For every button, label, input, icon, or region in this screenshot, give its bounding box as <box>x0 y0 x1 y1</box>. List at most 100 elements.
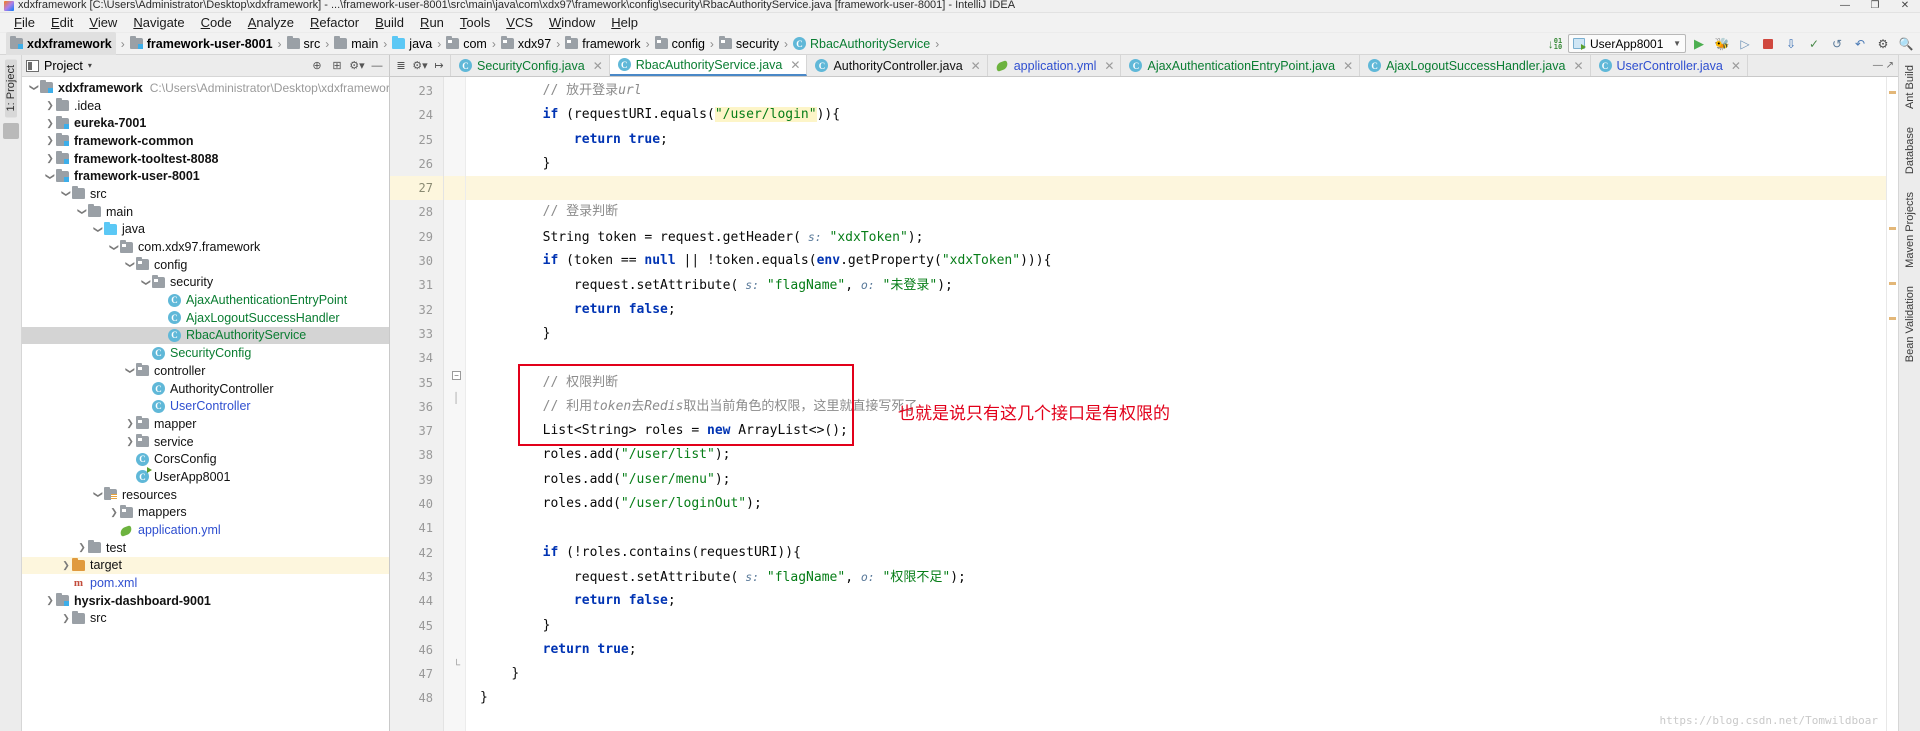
close-button[interactable]: ✕ <box>1890 0 1920 12</box>
menu-item-help[interactable]: Help <box>603 13 646 33</box>
chevron-right-icon[interactable]: ❯ <box>124 436 136 447</box>
breadcrumb-item-framework[interactable]: framework <box>565 33 641 55</box>
tree-node-src[interactable]: ❯ src <box>22 185 389 203</box>
chevron-right-icon[interactable]: ❯ <box>44 118 56 129</box>
gutter-icon-slot[interactable] <box>444 322 465 346</box>
undo-icon[interactable]: ↶ <box>1850 34 1870 54</box>
breadcrumb-item-xdxframework[interactable]: xdxframework <box>6 31 116 56</box>
rail-button-database[interactable]: Database <box>1904 121 1916 180</box>
code-content[interactable]: // 放开登录url if (requestURI.equals("/user/… <box>466 77 1886 731</box>
gutter-icon-slot[interactable]: − <box>444 370 465 395</box>
code-line[interactable]: if (requestURI.equals("/user/login")){ <box>466 103 1886 127</box>
code-line[interactable]: } <box>466 322 1886 346</box>
tree-node-src[interactable]: ❯ src <box>22 610 389 628</box>
gutter-icon-slot[interactable] <box>444 565 465 589</box>
editor-tab-usercontroller-java[interactable]: C UserController.java ✕ <box>1590 55 1748 76</box>
close-icon[interactable]: ✕ <box>790 58 800 72</box>
tree-node-java[interactable]: ❯ java <box>22 221 389 239</box>
tree-node-mappers[interactable]: ❯ mappers <box>22 504 389 522</box>
menu-item-edit[interactable]: Edit <box>43 13 81 33</box>
expand-collapse-icon[interactable]: ≣ <box>393 58 409 74</box>
rail-button-project[interactable]: 1: Project <box>4 59 17 118</box>
chevron-right-icon[interactable]: ❯ <box>60 560 72 571</box>
fold-end-icon[interactable]: └ <box>452 661 461 671</box>
chevron-right-icon[interactable]: ❯ <box>44 100 56 111</box>
search-icon[interactable]: 🔍 <box>1896 34 1916 54</box>
tree-node-usercontroller[interactable]: C UserController <box>22 397 389 415</box>
settings-icon[interactable]: ⚙▾ <box>349 58 365 74</box>
code-line[interactable]: } <box>466 662 1886 686</box>
code-editor[interactable]: 23 24 25 26 27 28 29 30 31 32 33 34 35 36 37 38 39 40 41 42… <box>390 77 1898 731</box>
gutter-icon-slot[interactable] <box>444 103 465 127</box>
tree-node-eureka-7001[interactable]: ❯ eureka-7001 <box>22 114 389 132</box>
gutter-icon-slot[interactable] <box>444 128 465 152</box>
tree-node-authoritycontroller[interactable]: C AuthorityController <box>22 380 389 398</box>
tree-node-config[interactable]: ❯ config <box>22 256 389 274</box>
menu-item-window[interactable]: Window <box>541 13 603 33</box>
fold-line-icon[interactable]: │ <box>452 393 461 404</box>
code-line[interactable]: } <box>466 614 1886 638</box>
settings-icon[interactable]: ⚙▾ <box>412 58 428 74</box>
code-line[interactable]: List<String> roles = new ArrayList<>(); <box>466 419 1886 443</box>
breadcrumb-item-main[interactable]: main <box>334 33 378 55</box>
chevron-right-icon[interactable]: ❯ <box>44 153 56 164</box>
gutter-icon-slot[interactable] <box>444 468 465 492</box>
code-line[interactable]: roles.add("/user/menu"); <box>466 468 1886 492</box>
rail-button-maven-projects[interactable]: Maven Projects <box>1904 186 1916 274</box>
close-icon[interactable]: ✕ <box>1343 59 1353 73</box>
code-line[interactable]: // 登录判断 <box>466 200 1886 224</box>
close-icon[interactable]: ✕ <box>1573 59 1583 73</box>
gutter-icon-slot[interactable] <box>444 298 465 322</box>
breadcrumb-item-framework-user-8001[interactable]: framework-user-8001 <box>129 33 273 55</box>
tree-node-framework-common[interactable]: ❯ framework-common <box>22 132 389 150</box>
code-line[interactable]: return false; <box>466 589 1886 613</box>
maximize-button[interactable]: ❐ <box>1860 0 1890 12</box>
code-line[interactable]: roles.add("/user/loginOut"); <box>466 492 1886 516</box>
settings-icon[interactable]: ⚙ <box>1873 34 1893 54</box>
tree-node-mapper[interactable]: ❯ mapper <box>22 415 389 433</box>
gutter-icon-slot[interactable] <box>444 589 465 613</box>
tree-node-ajaxlogoutsuccesshandler[interactable]: C AjaxLogoutSuccessHandler <box>22 309 389 327</box>
code-line[interactable] <box>466 516 1886 540</box>
code-line[interactable]: if (token == null || !token.equals(env.g… <box>466 249 1886 273</box>
code-line[interactable]: request.setAttribute( s: "flagName", o: … <box>466 565 1886 589</box>
close-icon[interactable]: ✕ <box>593 59 603 73</box>
chevron-down-icon[interactable]: ❯ <box>93 223 104 235</box>
menu-item-analyze[interactable]: Analyze <box>240 13 302 33</box>
code-line[interactable]: return true; <box>466 638 1886 662</box>
revert-icon[interactable]: ↺ <box>1827 34 1847 54</box>
menu-item-view[interactable]: View <box>81 13 125 33</box>
breadcrumb-item-src[interactable]: src <box>286 33 320 55</box>
gutter-icon-slot[interactable] <box>444 346 465 370</box>
gutter-icon-slot[interactable] <box>444 516 465 540</box>
code-line[interactable]: // 权限判断 <box>466 371 1886 395</box>
gutter-icon-slot[interactable] <box>444 541 465 565</box>
gutter-icon-slot[interactable]: └ <box>444 661 465 686</box>
code-line[interactable] <box>466 346 1886 370</box>
code-line[interactable]: return false; <box>466 298 1886 322</box>
gutter-icon-slot[interactable] <box>444 443 465 467</box>
chevron-down-icon[interactable]: ❯ <box>125 259 136 271</box>
update-project-icon[interactable]: ⇩ <box>1781 34 1801 54</box>
chevron-down-icon[interactable]: ❯ <box>109 241 120 253</box>
tree-node-framework-user-8001[interactable]: ❯ framework-user-8001 <box>22 167 389 185</box>
code-line[interactable]: request.setAttribute( s: "flagName", o: … <box>466 273 1886 297</box>
editor-tab-application-yml[interactable]: application.yml ✕ <box>987 55 1122 76</box>
tree-node-userapp8001[interactable]: C UserApp8001 <box>22 467 389 486</box>
chevron-right-icon[interactable]: ❯ <box>108 507 120 518</box>
chevron-right-icon[interactable]: ❯ <box>76 542 88 553</box>
gutter-icon-slot[interactable] <box>444 638 465 662</box>
chevron-down-icon[interactable]: ❯ <box>29 82 40 94</box>
gutter-icon-slot[interactable] <box>444 492 465 516</box>
editor-tab-securityconfig-java[interactable]: C SecurityConfig.java ✕ <box>451 55 610 76</box>
menu-item-file[interactable]: File <box>6 13 43 33</box>
editor-tab-authoritycontroller-java[interactable]: C AuthorityController.java ✕ <box>807 55 988 76</box>
gutter-icon-slot[interactable] <box>444 152 465 176</box>
menu-item-vcs[interactable]: VCS <box>498 13 541 33</box>
tree-node-rbacauthorityservice[interactable]: C RbacAuthorityService <box>22 326 389 345</box>
debug-icon[interactable]: 🐝 <box>1712 34 1732 54</box>
tree-node--idea[interactable]: ❯ .idea <box>22 97 389 115</box>
tree-node-com-xdx97-framework[interactable]: ❯ com.xdx97.framework <box>22 238 389 256</box>
close-icon[interactable]: ✕ <box>1731 59 1741 73</box>
project-tree[interactable]: ❯ xdxframework C:\Users\Administrator\Desk… <box>22 77 389 731</box>
